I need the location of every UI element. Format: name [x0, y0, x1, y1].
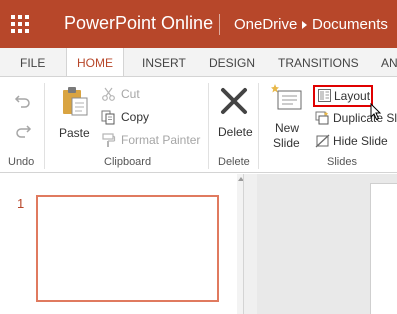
layout-button[interactable]: Layout: [313, 85, 373, 107]
new-slide-label-line1: New: [275, 121, 300, 135]
group-divider: [258, 83, 259, 169]
breadcrumb-onedrive[interactable]: OneDrive: [234, 16, 297, 33]
ribbon-home: Undo Paste Cut Copy Format Painter Clipb…: [0, 77, 397, 173]
delete-group-label: Delete: [218, 156, 250, 168]
new-slide-icon: [271, 84, 302, 110]
duplicate-slide-button[interactable]: Duplicate Sli: [315, 110, 397, 128]
slide-number: 1: [17, 196, 25, 211]
hide-slide-button[interactable]: Hide Slide: [315, 133, 395, 151]
tab-design[interactable]: DESIGN: [209, 48, 255, 76]
title-divider: [219, 14, 220, 35]
app-launcher-button[interactable]: [0, 0, 43, 48]
ribbon-tabs: FILE HOME INSERT DESIGN TRANSITIONS AN: [0, 48, 397, 77]
cut-label: Cut: [121, 87, 140, 101]
copy-label: Copy: [121, 110, 150, 124]
tab-insert[interactable]: INSERT: [142, 48, 186, 76]
redo-icon: [16, 125, 32, 138]
new-slide-button[interactable]: New Slide: [266, 81, 306, 153]
layout-icon: [318, 89, 331, 102]
cut-button[interactable]: Cut: [101, 86, 181, 104]
breadcrumb-documents[interactable]: Documents: [312, 16, 388, 33]
app-title[interactable]: PowerPoint Online: [64, 13, 213, 34]
duplicate-slide-icon: [315, 111, 329, 125]
redo-button[interactable]: [14, 121, 32, 139]
slide-canvas[interactable]: [370, 183, 397, 314]
slides-group-label: Slides: [327, 156, 357, 168]
format-painter-button[interactable]: Format Painter: [101, 132, 205, 150]
format-painter-label: Format Painter: [121, 133, 201, 147]
copy-icon: [101, 110, 115, 125]
undo-button[interactable]: [14, 91, 32, 109]
mouse-pointer-icon: [370, 103, 382, 121]
hide-slide-label: Hide Slide: [333, 134, 388, 148]
new-slide-label-line2: Slide: [273, 136, 300, 150]
clipboard-group-label: Clipboard: [104, 156, 152, 168]
pane-splitter[interactable]: [243, 174, 257, 314]
copy-button[interactable]: Copy: [101, 109, 181, 127]
breadcrumb-chevron-icon: [302, 21, 307, 29]
paste-icon: [63, 87, 88, 116]
slide-thumbnail[interactable]: [36, 195, 219, 302]
layout-label: Layout: [334, 89, 371, 103]
scissors-icon: [102, 87, 115, 101]
undo-group-label: Undo: [8, 156, 35, 168]
paste-label: Paste: [59, 126, 90, 140]
tab-home[interactable]: HOME: [66, 48, 124, 76]
tab-transitions[interactable]: TRANSITIONS: [278, 48, 359, 76]
group-divider: [44, 83, 45, 169]
paintbrush-icon: [102, 133, 116, 147]
group-divider: [208, 83, 209, 169]
delete-x-icon: [221, 88, 247, 114]
delete-label: Delete: [218, 125, 253, 139]
paste-button[interactable]: Paste: [56, 83, 94, 145]
undo-icon: [14, 95, 30, 108]
tab-animations[interactable]: AN: [381, 48, 397, 76]
tab-file[interactable]: FILE: [20, 48, 45, 76]
app-launcher-icon: [11, 15, 29, 33]
delete-button[interactable]: Delete: [214, 83, 254, 145]
hide-slide-icon: [315, 134, 330, 148]
title-bar: PowerPoint Online OneDrive Documents: [0, 0, 397, 48]
duplicate-slide-label: Duplicate Sli: [333, 111, 397, 125]
